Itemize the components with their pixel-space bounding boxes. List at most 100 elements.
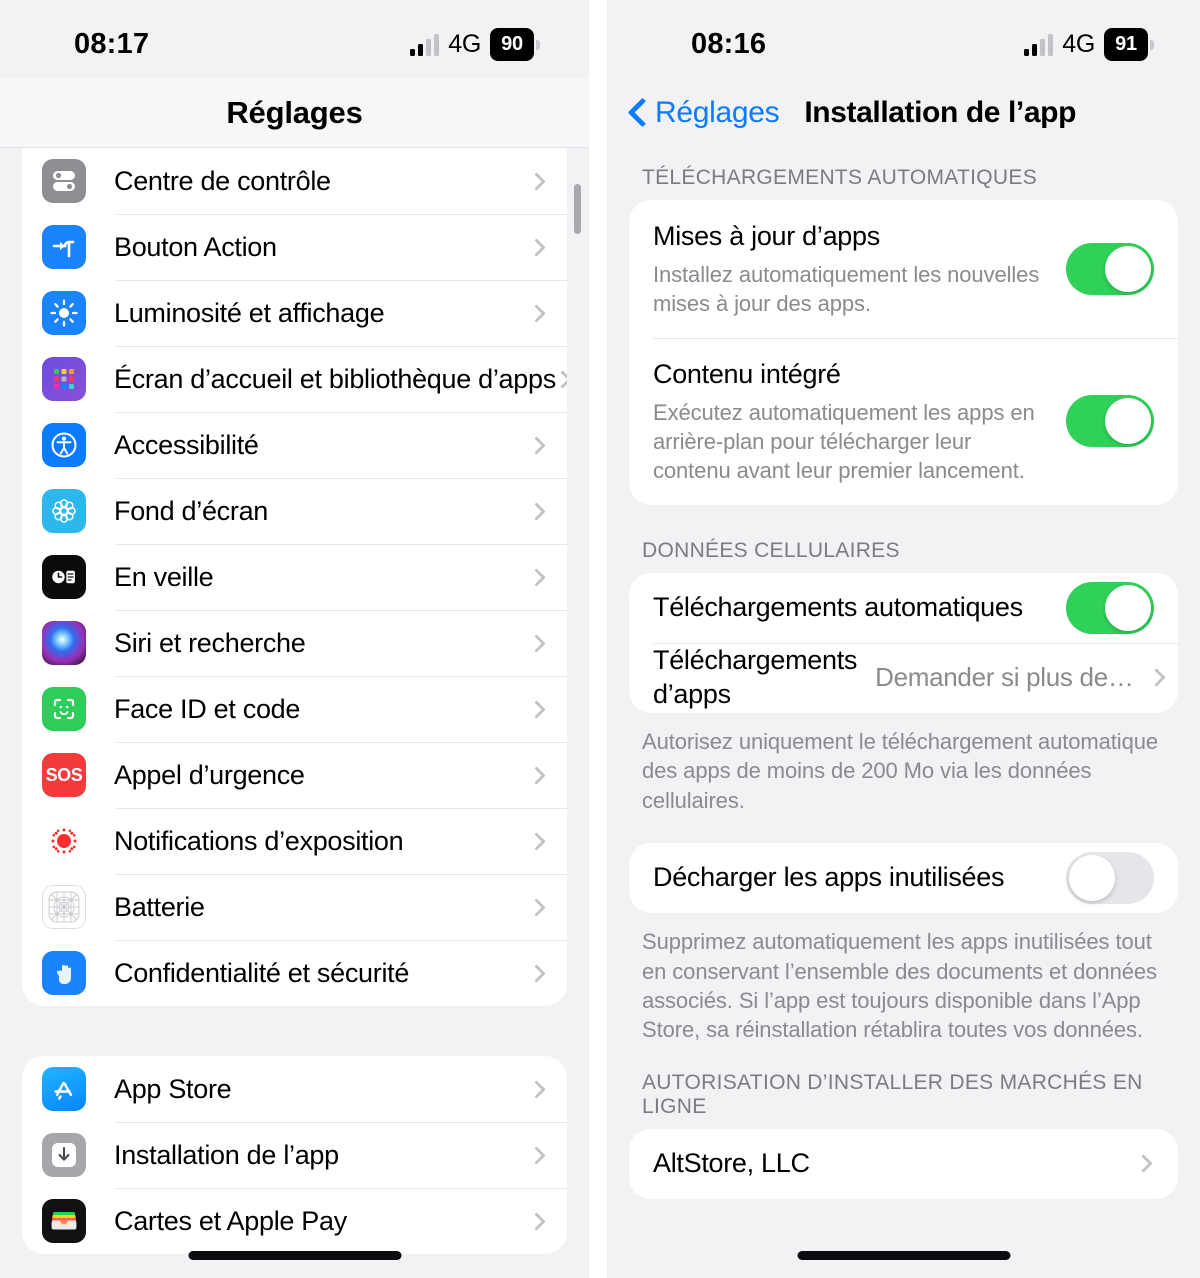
back-button-label: Réglages	[655, 96, 780, 129]
wallet-apple-pay-icon	[42, 1199, 86, 1243]
offload-apps-card: Décharger les apps inutilisées	[629, 843, 1178, 914]
control-center-icon	[42, 159, 86, 203]
vertical-scrollbar[interactable]	[574, 184, 581, 234]
siri-icon	[42, 621, 86, 665]
battery-tip-icon	[536, 39, 540, 50]
settings-navbar: Réglages	[0, 78, 589, 148]
sidebar-item-standby[interactable]: En veille	[22, 544, 567, 610]
sidebar-item-privacy-security[interactable]: Confidentialité et sécurité	[22, 940, 567, 1006]
app-installation-icon	[42, 1133, 86, 1177]
status-bar: 08:16 4G 91	[607, 0, 1200, 78]
sos-icon-text: SOS	[45, 764, 83, 785]
screens-divider	[589, 0, 607, 1278]
sidebar-item-action-button[interactable]: Bouton Action	[22, 214, 567, 280]
marketplaces-card: AltStore, LLC	[629, 1128, 1178, 1199]
app-downloads-row[interactable]: Téléchargements d’apps Demander si plus …	[629, 642, 1178, 713]
sidebar-item-wallpaper[interactable]: Fond d’écran	[22, 478, 567, 544]
chevron-right-icon	[527, 237, 546, 257]
status-indicators: 4G 90	[410, 28, 540, 61]
chevron-right-icon	[527, 303, 546, 323]
chevron-right-icon	[1134, 1154, 1153, 1174]
in-app-content-toggle[interactable]	[1066, 395, 1154, 448]
settings-group-store: App Store Installation de l’app Cartes e…	[22, 1056, 567, 1254]
automatic-downloads-row[interactable]: Téléchargements automatiques	[629, 573, 1178, 643]
sidebar-item-exposure-notifications[interactable]: Notifications d’exposition	[22, 808, 567, 874]
sidebar-item-label: Siri et recherche	[114, 627, 306, 658]
app-store-icon	[42, 1067, 86, 1111]
sidebar-item-emergency-sos[interactable]: SOS Appel d’urgence	[22, 742, 567, 808]
status-bar: 08:17 4G 90	[0, 0, 589, 78]
row-title: Décharger les apps inutilisées	[653, 862, 1005, 893]
status-indicators: 4G 91	[1024, 28, 1154, 61]
chevron-right-icon	[527, 699, 546, 719]
altstore-row[interactable]: AltStore, LLC	[629, 1129, 1178, 1199]
sidebar-item-label: Batterie	[114, 891, 205, 922]
sidebar-item-siri-search[interactable]: Siri et recherche	[22, 610, 567, 676]
row-texts: AltStore, LLC	[653, 1147, 1137, 1181]
offload-unused-apps-row[interactable]: Décharger les apps inutilisées	[629, 843, 1178, 913]
network-type-label: 4G	[448, 30, 481, 58]
settings-screen: 08:17 4G 90 Réglages Centre de contrôle …	[0, 0, 589, 1278]
row-texts: Téléchargements automatiques	[653, 591, 1066, 625]
chevron-right-icon	[527, 765, 546, 785]
sidebar-item-label: Accessibilité	[114, 429, 259, 460]
cellular-data-footnote: Autorisez uniquement le téléchargement a…	[642, 728, 1158, 813]
sidebar-item-battery[interactable]: Batterie	[22, 874, 567, 940]
row-subtitle: Installez automatiquement les nouvelles …	[653, 261, 1040, 316]
app-updates-row[interactable]: Mises à jour d’apps Installez automatiqu…	[629, 200, 1178, 338]
back-button[interactable]: Réglages	[630, 96, 780, 130]
app-downloads-value: Demander si plus de…	[875, 662, 1134, 693]
settings-group-system: Centre de contrôle Bouton Action Luminos…	[22, 148, 567, 1006]
battery-tip-icon	[1150, 39, 1154, 50]
chevron-left-icon	[630, 98, 647, 128]
sidebar-item-wallet-apple-pay[interactable]: Cartes et Apple Pay	[22, 1188, 567, 1254]
sidebar-item-control-center[interactable]: Centre de contrôle	[22, 148, 567, 214]
sidebar-item-label: Luminosité et affichage	[114, 297, 385, 328]
cellular-bars-icon	[1024, 33, 1054, 56]
offload-unused-apps-toggle[interactable]	[1066, 852, 1154, 905]
section-header: AUTORISATION D’INSTALLER DES MARCHÉS EN …	[642, 1070, 1143, 1118]
sidebar-item-label: App Store	[114, 1073, 232, 1104]
battery-percent-label: 90	[490, 28, 534, 61]
sidebar-item-app-installation[interactable]: Installation de l’app	[22, 1122, 567, 1188]
in-app-content-row[interactable]: Contenu intégré Exécutez automatiquement…	[629, 337, 1178, 505]
cellular-bars-icon	[410, 33, 440, 56]
row-subtitle: Exécutez automatiquement les apps en arr…	[653, 399, 1035, 483]
standby-icon	[42, 555, 86, 599]
page-title: Réglages	[226, 94, 363, 130]
toggle-knob	[1105, 398, 1151, 445]
home-indicator	[188, 1251, 401, 1260]
sos-icon: SOS	[42, 753, 86, 797]
row-texts: Téléchargements d’apps	[653, 644, 875, 712]
section-header: TÉLÉCHARGEMENTS AUTOMATIQUES	[642, 166, 1038, 189]
home-screen-icon	[42, 357, 86, 401]
status-time: 08:17	[74, 28, 150, 60]
home-indicator	[797, 1251, 1010, 1260]
app-updates-toggle[interactable]	[1066, 242, 1154, 295]
chevron-right-icon	[527, 1145, 546, 1165]
sidebar-item-accessibility[interactable]: Accessibilité	[22, 412, 567, 478]
chevron-right-icon	[527, 171, 546, 191]
app-installation-screen: 08:16 4G 91 Réglages Installation de l’a…	[607, 0, 1200, 1278]
sidebar-item-home-screen[interactable]: Écran d’accueil et bibliothèque d’apps	[22, 346, 567, 412]
battery-icon	[42, 885, 86, 929]
section-header: DONNÉES CELLULAIRES	[642, 538, 900, 562]
sidebar-item-face-id[interactable]: Face ID et code	[22, 676, 567, 742]
face-id-icon	[42, 687, 86, 731]
chevron-right-icon	[527, 633, 546, 653]
page-title: Installation de l’app	[804, 96, 1076, 129]
sidebar-item-label: Notifications d’exposition	[114, 825, 404, 856]
row-title: AltStore, LLC	[653, 1148, 810, 1179]
automatic-downloads-toggle[interactable]	[1066, 581, 1154, 634]
chevron-right-icon	[527, 501, 546, 521]
sidebar-item-app-store[interactable]: App Store	[22, 1056, 567, 1122]
chevron-right-icon	[1146, 668, 1166, 687]
sidebar-item-label: Appel d’urgence	[114, 759, 305, 790]
row-title: Mises à jour d’apps	[653, 221, 880, 251]
row-texts: Décharger les apps inutilisées	[653, 861, 1066, 895]
row-title: Contenu intégré	[653, 358, 841, 389]
sidebar-item-display-brightness[interactable]: Luminosité et affichage	[22, 280, 567, 346]
settings-list-scroll[interactable]: Centre de contrôle Bouton Action Luminos…	[0, 148, 589, 1278]
dual-screenshot-container: 08:17 4G 90 Réglages Centre de contrôle …	[0, 0, 1200, 1278]
